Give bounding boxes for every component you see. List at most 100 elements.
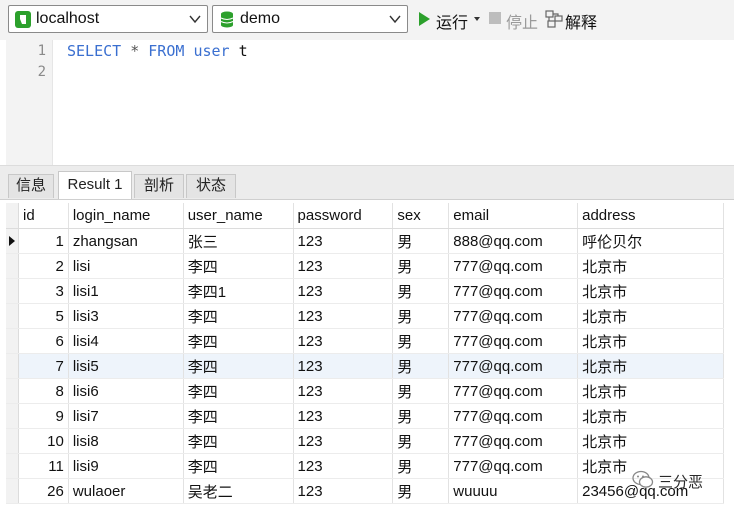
tab-status[interactable]: 状态 [186, 174, 236, 198]
cell-sex[interactable]: 男 [392, 353, 450, 379]
cell-id[interactable]: 11 [18, 453, 69, 479]
row-selector[interactable] [6, 428, 20, 454]
row-selector[interactable] [6, 228, 20, 254]
cell-password[interactable]: 123 [293, 453, 394, 479]
cell-password[interactable]: 123 [293, 228, 394, 254]
run-button[interactable]: 运行 [416, 9, 484, 32]
cell-login-name[interactable]: lisi6 [68, 378, 184, 404]
cell-user-name[interactable]: 张三 [183, 228, 294, 254]
cell-password[interactable]: 123 [293, 353, 394, 379]
cell-sex[interactable]: 男 [392, 303, 450, 329]
cell-sex[interactable]: 男 [392, 328, 450, 354]
cell-address[interactable]: 北京市 [577, 303, 724, 329]
cell-login-name[interactable]: lisi7 [68, 403, 184, 429]
cell-sex[interactable]: 男 [392, 378, 450, 404]
tab-result-1[interactable]: Result 1 [58, 171, 132, 199]
column-header-email[interactable]: email [448, 203, 579, 229]
sql-editor[interactable]: 1 2 SELECT * FROM user t [0, 40, 734, 165]
cell-login-name[interactable]: zhangsan [68, 228, 184, 254]
cell-email[interactable]: 777@qq.com [448, 278, 579, 304]
cell-user-name[interactable]: 李四 [183, 328, 294, 354]
cell-login-name[interactable]: lisi4 [68, 328, 184, 354]
cell-email[interactable]: 777@qq.com [448, 303, 579, 329]
cell-address[interactable]: 北京市 [577, 278, 724, 304]
table-row[interactable]: 26 wulaoer 吴老二 123 男 wuuuu 23456@qq.com [6, 478, 724, 504]
cell-email[interactable]: 777@qq.com [448, 353, 579, 379]
cell-password[interactable]: 123 [293, 303, 394, 329]
cell-address[interactable]: 北京市 [577, 328, 724, 354]
cell-email[interactable]: 777@qq.com [448, 328, 579, 354]
tab-info[interactable]: 信息 [8, 174, 54, 198]
cell-id[interactable]: 10 [18, 428, 69, 454]
cell-id[interactable]: 3 [18, 278, 69, 304]
cell-id[interactable]: 5 [18, 303, 69, 329]
row-selector[interactable] [6, 403, 20, 429]
column-header-user-name[interactable]: user_name [183, 203, 294, 229]
cell-id[interactable]: 7 [18, 353, 69, 379]
cell-login-name[interactable]: lisi [68, 253, 184, 279]
column-header-address[interactable]: address [577, 203, 724, 229]
row-selector[interactable] [6, 478, 20, 504]
table-row[interactable]: 6 lisi4 李四 123 男 777@qq.com 北京市 [6, 328, 724, 354]
connection-select[interactable]: localhost [8, 5, 208, 33]
row-selector[interactable] [6, 328, 20, 354]
cell-email[interactable]: 777@qq.com [448, 428, 579, 454]
table-row[interactable]: 10 lisi8 李四 123 男 777@qq.com 北京市 [6, 428, 724, 454]
cell-address[interactable]: 呼伦贝尔 [577, 228, 724, 254]
cell-address[interactable]: 北京市 [577, 353, 724, 379]
cell-user-name[interactable]: 李四 [183, 253, 294, 279]
cell-user-name[interactable]: 李四 [183, 303, 294, 329]
table-row[interactable]: 3 lisi1 李四1 123 男 777@qq.com 北京市 [6, 278, 724, 304]
row-selector[interactable] [6, 278, 20, 304]
row-selector[interactable] [6, 353, 20, 379]
cell-sex[interactable]: 男 [392, 228, 450, 254]
cell-user-name[interactable]: 李四 [183, 353, 294, 379]
cell-email[interactable]: 777@qq.com [448, 253, 579, 279]
cell-login-name[interactable]: wulaoer [68, 478, 184, 504]
row-selector[interactable] [6, 253, 20, 279]
cell-id[interactable]: 1 [18, 228, 69, 254]
cell-user-name[interactable]: 李四1 [183, 278, 294, 304]
table-row[interactable]: 5 lisi3 李四 123 男 777@qq.com 北京市 [6, 303, 724, 329]
cell-sex[interactable]: 男 [392, 253, 450, 279]
cell-user-name[interactable]: 李四 [183, 378, 294, 404]
cell-id[interactable]: 8 [18, 378, 69, 404]
stop-button[interactable]: 停止 [488, 9, 540, 32]
cell-password[interactable]: 123 [293, 328, 394, 354]
cell-id[interactable]: 2 [18, 253, 69, 279]
cell-id[interactable]: 9 [18, 403, 69, 429]
table-row[interactable]: 7 lisi5 李四 123 男 777@qq.com 北京市 [6, 353, 724, 379]
cell-login-name[interactable]: lisi1 [68, 278, 184, 304]
cell-address[interactable]: 北京市 [577, 253, 724, 279]
cell-login-name[interactable]: lisi9 [68, 453, 184, 479]
cell-sex[interactable]: 男 [392, 403, 450, 429]
cell-password[interactable]: 123 [293, 428, 394, 454]
cell-password[interactable]: 123 [293, 278, 394, 304]
column-header-password[interactable]: password [293, 203, 394, 229]
explain-button[interactable]: 解释 [545, 9, 601, 32]
cell-password[interactable]: 123 [293, 403, 394, 429]
column-header-login-name[interactable]: login_name [68, 203, 184, 229]
table-row[interactable]: 11 lisi9 李四 123 男 777@qq.com 北京市 [6, 453, 724, 479]
cell-user-name[interactable]: 李四 [183, 428, 294, 454]
sql-code-line[interactable]: SELECT * FROM user t [67, 42, 248, 60]
row-selector[interactable] [6, 303, 20, 329]
table-row[interactable]: 9 lisi7 李四 123 男 777@qq.com 北京市 [6, 403, 724, 429]
cell-login-name[interactable]: lisi3 [68, 303, 184, 329]
row-selector[interactable] [6, 453, 20, 479]
cell-password[interactable]: 123 [293, 378, 394, 404]
cell-login-name[interactable]: lisi5 [68, 353, 184, 379]
cell-id[interactable]: 26 [18, 478, 69, 504]
cell-user-name[interactable]: 李四 [183, 453, 294, 479]
cell-sex[interactable]: 男 [392, 478, 450, 504]
cell-sex[interactable]: 男 [392, 278, 450, 304]
cell-user-name[interactable]: 李四 [183, 403, 294, 429]
cell-email[interactable]: 888@qq.com [448, 228, 579, 254]
cell-email[interactable]: 777@qq.com [448, 403, 579, 429]
cell-email[interactable]: 777@qq.com [448, 453, 579, 479]
run-dropdown-icon[interactable] [474, 17, 480, 21]
column-header-sex[interactable]: sex [392, 203, 450, 229]
column-header-id[interactable]: id [18, 203, 69, 229]
chevron-down-icon[interactable] [389, 14, 401, 24]
row-selector[interactable] [6, 378, 20, 404]
